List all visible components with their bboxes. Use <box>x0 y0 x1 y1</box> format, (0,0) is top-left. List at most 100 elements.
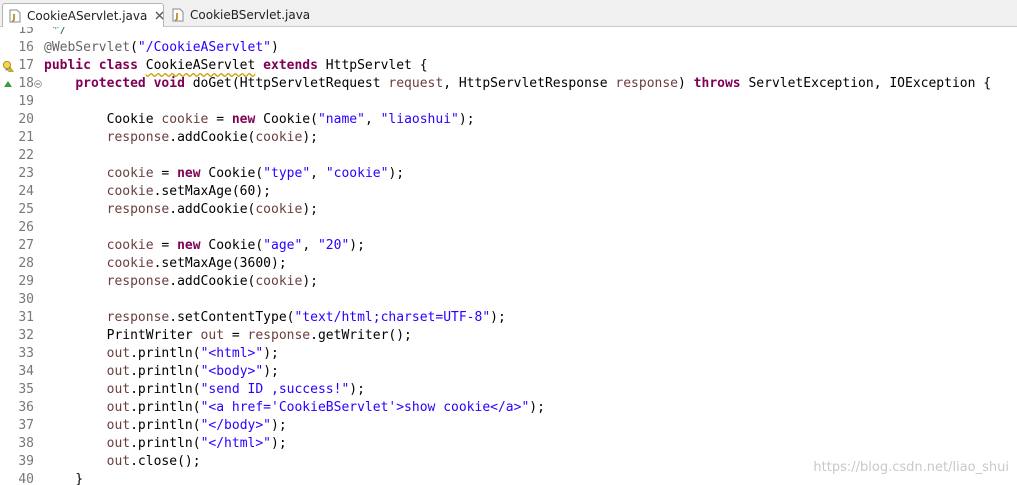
line-gutter[interactable]: 27 <box>0 237 40 255</box>
code-token: ); <box>529 400 545 415</box>
code-token: .println( <box>130 418 201 433</box>
code-text: out.println("</body>"); <box>44 417 287 435</box>
code-token: .println( <box>130 364 201 379</box>
code-token: out <box>200 328 225 343</box>
line-gutter[interactable]: 26 <box>0 219 40 237</box>
code-text: PrintWriter out = response.getWriter(); <box>44 327 412 345</box>
tab-cookiebservlet[interactable]: J CookieBServlet.java <box>166 3 314 27</box>
line-gutter[interactable]: 23 <box>0 165 40 183</box>
code-token: ); <box>458 112 475 127</box>
line-number: 39 <box>18 454 34 469</box>
code-line[interactable]: 23 cookie = new Cookie("type", "cookie")… <box>0 165 1017 183</box>
code-token: PrintWriter <box>44 328 201 343</box>
code-token: .setContentType( <box>169 310 295 325</box>
code-token: .addCookie( <box>169 130 256 145</box>
fold-minus-icon[interactable] <box>34 80 42 88</box>
code-line[interactable]: 25 response.addCookie(cookie); <box>0 201 1017 219</box>
code-line[interactable]: 19 <box>0 93 1017 111</box>
code-line[interactable]: 38 out.println("</html>"); <box>0 435 1017 453</box>
code-line[interactable]: 33 out.println("<html>"); <box>0 345 1017 363</box>
code-token: response <box>106 130 170 145</box>
line-gutter[interactable]: 32 <box>0 327 40 345</box>
code-line[interactable]: 28 cookie.setMaxAge(3600); <box>0 255 1017 273</box>
code-line[interactable]: 37 out.println("</body>"); <box>0 417 1017 435</box>
code-editor[interactable]: 15 */16 @WebServlet("/CookieAServlet") 17 p… <box>0 27 1017 485</box>
code-token: Cookie( <box>200 238 264 253</box>
svg-text:J: J <box>175 12 179 21</box>
line-gutter[interactable]: 19 <box>0 93 40 111</box>
code-token: .getWriter(); <box>310 328 412 343</box>
code-token: "liaoshui" <box>380 112 459 127</box>
code-token: out <box>106 400 131 415</box>
line-gutter[interactable]: 17 <box>0 57 40 75</box>
line-gutter[interactable]: 33 <box>0 345 40 363</box>
code-token: request <box>388 76 444 91</box>
line-gutter[interactable]: 28 <box>0 255 40 273</box>
line-gutter[interactable]: 30 <box>0 291 40 309</box>
code-token: HttpServlet { <box>317 58 428 73</box>
code-line[interactable]: 32 PrintWriter out = response.getWriter(… <box>0 327 1017 345</box>
code-token: response <box>106 202 170 217</box>
tab-label: CookieBServlet.java <box>190 8 311 22</box>
line-gutter[interactable]: 39 <box>0 453 40 471</box>
tab-cookieaservlet[interactable]: J CookieAServlet.java <box>2 3 164 27</box>
line-gutter[interactable]: 20 <box>0 111 40 129</box>
code-line[interactable]: 15 */ <box>0 27 1017 39</box>
code-token: = <box>224 328 248 343</box>
code-text: response.addCookie(cookie); <box>44 129 318 147</box>
code-token: response <box>615 76 679 91</box>
code-token: ); <box>349 238 365 253</box>
code-token: "20" <box>317 238 350 253</box>
code-line[interactable]: 16 @WebServlet("/CookieAServlet") <box>0 39 1017 57</box>
code-line[interactable]: 30 <box>0 291 1017 309</box>
override-triangle-icon[interactable] <box>2 78 14 90</box>
line-gutter[interactable]: 24 <box>0 183 40 201</box>
code-line[interactable]: 24 cookie.setMaxAge(60); <box>0 183 1017 201</box>
code-line[interactable]: 18 protected void doGet(HttpServletReque… <box>0 75 1017 93</box>
code-line[interactable]: 27 cookie = new Cookie("age", "20"); <box>0 237 1017 255</box>
code-token: CookieAServlet <box>145 58 256 73</box>
code-token: Cookie( <box>255 112 318 127</box>
line-gutter[interactable]: 29 <box>0 273 40 291</box>
code-line[interactable]: 21 response.addCookie(cookie); <box>0 129 1017 147</box>
code-token: out <box>106 418 131 433</box>
line-gutter[interactable]: 21 <box>0 129 40 147</box>
code-line[interactable]: 35 out.println("send ID ,success!"); <box>0 381 1017 399</box>
close-icon[interactable] <box>155 11 164 20</box>
code-token: ); <box>271 418 287 433</box>
line-gutter[interactable]: 31 <box>0 309 40 327</box>
line-gutter[interactable]: 18 <box>0 75 42 93</box>
line-gutter[interactable]: 16 <box>0 39 40 57</box>
line-gutter[interactable]: 36 <box>0 399 40 417</box>
code-line[interactable]: 22 <box>0 147 1017 165</box>
line-gutter[interactable]: 40 <box>0 471 40 485</box>
code-line[interactable]: 34 out.println("<body>"); <box>0 363 1017 381</box>
line-gutter[interactable]: 35 <box>0 381 40 399</box>
code-line[interactable]: 31 response.setContentType("text/html;ch… <box>0 309 1017 327</box>
line-gutter[interactable]: 37 <box>0 417 40 435</box>
line-number: 33 <box>18 346 34 361</box>
code-token: out <box>106 436 131 451</box>
code-line[interactable]: 17 public class CookieAServlet extends Ht… <box>0 57 1017 75</box>
line-gutter[interactable]: 25 <box>0 201 40 219</box>
code-token: .println( <box>130 400 201 415</box>
code-text: out.println("<body>"); <box>44 363 279 381</box>
code-line[interactable]: 36 out.println("<a href='CookieBServlet'… <box>0 399 1017 417</box>
code-token: .close(); <box>130 454 201 469</box>
line-gutter[interactable]: 15 <box>0 27 40 39</box>
code-line[interactable]: 26 <box>0 219 1017 237</box>
line-gutter[interactable]: 22 <box>0 147 40 165</box>
line-gutter[interactable]: 34 <box>0 363 40 381</box>
code-line[interactable]: 29 response.addCookie(cookie); <box>0 273 1017 291</box>
warning-lightbulb-icon[interactable] <box>2 60 14 72</box>
line-gutter[interactable]: 38 <box>0 435 40 453</box>
code-token: "</html>" <box>200 436 272 451</box>
code-line[interactable]: 20 Cookie cookie = new Cookie("name", "l… <box>0 111 1017 129</box>
